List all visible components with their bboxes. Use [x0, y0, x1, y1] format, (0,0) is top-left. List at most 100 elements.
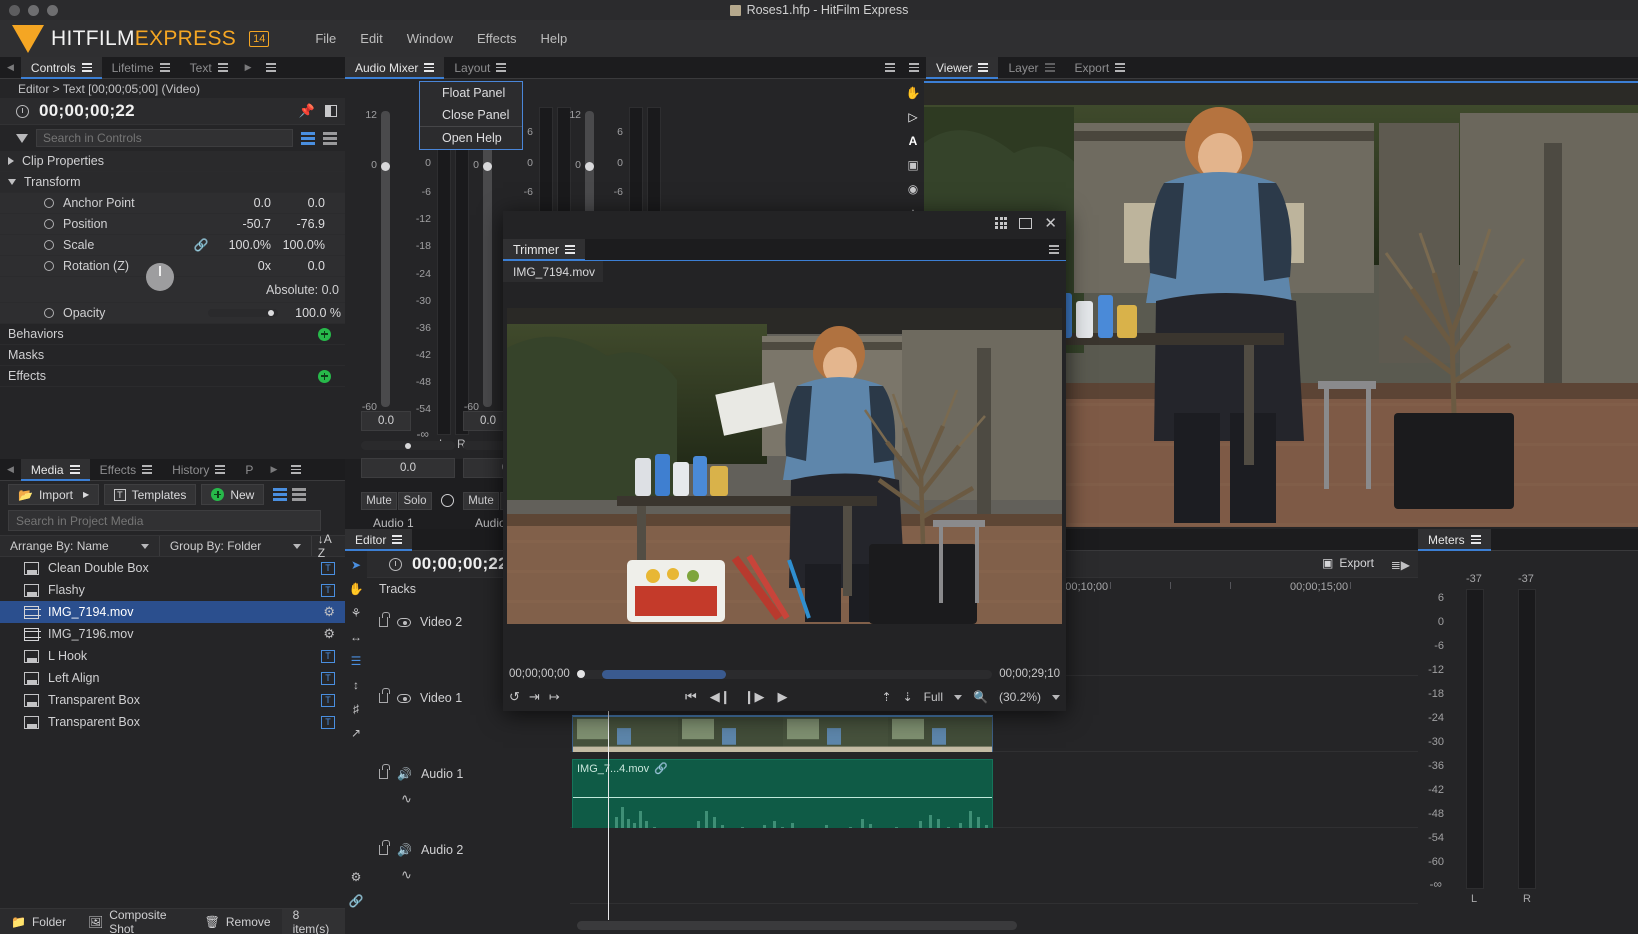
panel-menu-icon[interactable]	[496, 63, 507, 72]
tab-history[interactable]: History	[162, 459, 235, 480]
chevron-down-icon[interactable]	[1052, 694, 1060, 700]
keyframe-toggle-icon[interactable]	[44, 240, 54, 250]
property-opacity[interactable]: Opacity 100.0 %	[0, 303, 345, 324]
tab-trimmer[interactable]: Trimmer	[503, 239, 586, 261]
tab-more[interactable]: P	[235, 459, 263, 480]
menu-window[interactable]: Window	[407, 31, 453, 46]
add-effect-icon[interactable]	[318, 369, 331, 383]
eye-icon[interactable]	[397, 693, 411, 703]
eye-icon[interactable]	[397, 617, 411, 627]
property-value-y[interactable]: 0.0	[271, 196, 325, 210]
trimmer-canvas[interactable]	[507, 308, 1062, 624]
crop-tool-icon[interactable]: ▣	[906, 157, 921, 172]
orbit-tool-icon[interactable]: ◉	[906, 181, 921, 196]
timeline-options-icon[interactable]: ≣▶	[1391, 558, 1410, 572]
menu-item-float-panel[interactable]: Float Panel	[420, 82, 522, 104]
tab-lifetime[interactable]: Lifetime	[102, 57, 180, 78]
audio-clip-1[interactable]: IMG_7...4.mov 🔗	[572, 759, 993, 834]
ripple-tool-icon[interactable]: ↕	[349, 677, 364, 692]
list-view-icon[interactable]	[273, 488, 288, 501]
opacity-slider[interactable]	[208, 309, 278, 317]
trimmer-quality-label[interactable]: Full	[924, 690, 943, 704]
hand-tool-icon[interactable]: ✋	[349, 581, 364, 596]
panel-menu-icon[interactable]	[142, 465, 153, 474]
overwrite-icon[interactable]: ↦	[549, 689, 560, 705]
search-media-input[interactable]	[8, 510, 321, 531]
text-tool-icon[interactable]: A	[906, 133, 921, 148]
mute-button-1[interactable]: Mute	[361, 492, 397, 510]
property-value-y[interactable]: -76.9	[271, 217, 326, 231]
property-value-degrees[interactable]: 0.0	[271, 259, 325, 273]
mixer-panel-menu-icon[interactable]	[878, 57, 902, 78]
property-value-y[interactable]: 100.0%	[271, 238, 325, 252]
trimmer-titlebar[interactable]: ✕	[503, 211, 1066, 239]
tab-layout[interactable]: Layout	[444, 57, 516, 78]
volume-fader-track[interactable]	[381, 111, 390, 407]
list-item[interactable]: IMG_7194.mov ⚙	[0, 601, 345, 623]
track-header-audio-1[interactable]: 🔊 Audio 1	[367, 764, 570, 781]
set-in-point-icon[interactable]: ⇡	[882, 690, 892, 704]
tab-controls[interactable]: Controls	[20, 57, 102, 79]
track-header-audio-2[interactable]: 🔊 Audio 2	[367, 840, 570, 857]
property-value-x[interactable]: -50.7	[221, 217, 272, 231]
pin-icon[interactable]: 📌	[299, 103, 315, 119]
search-controls-input[interactable]	[36, 129, 293, 147]
controls-timecode[interactable]: 00;00;00;22	[39, 101, 135, 121]
speaker-icon[interactable]: 🔊	[397, 843, 412, 857]
menu-file[interactable]: File	[315, 31, 336, 46]
split-view-icon[interactable]	[325, 105, 337, 117]
panel-menu-icon[interactable]	[424, 63, 435, 72]
controls-panel-menu-icon[interactable]	[259, 57, 283, 78]
thumbnail-view-icon[interactable]	[292, 488, 307, 501]
trimmer-scrubber[interactable]	[576, 669, 993, 679]
volume-fader-knob[interactable]	[585, 162, 594, 171]
section-masks[interactable]: Masks	[0, 345, 345, 366]
track-row-audio-2[interactable]	[570, 828, 1418, 904]
tab-editor[interactable]: Editor	[345, 529, 413, 551]
trimmer-start-timecode[interactable]: 00;00;00;00	[509, 668, 570, 680]
pan-value-1[interactable]: 0.0	[361, 458, 455, 478]
rate-stretch-tool-icon[interactable]: ↗	[349, 725, 364, 740]
tab-scroll-right-icon[interactable]: ▶	[238, 57, 259, 78]
tab-media[interactable]: Media	[20, 459, 90, 481]
go-to-start-icon[interactable]: ⏮	[685, 689, 697, 705]
close-icon[interactable]: ✕	[1044, 216, 1057, 231]
tab-scroll-left-icon[interactable]: ◀	[0, 57, 21, 78]
group-transform[interactable]: Transform	[0, 172, 345, 193]
audio-waveform-toggle-icon[interactable]: ∿	[401, 791, 412, 807]
panel-menu-icon[interactable]	[159, 63, 170, 72]
speaker-icon[interactable]: 🔊	[397, 767, 412, 781]
slip-tool-icon[interactable]: ↔	[349, 629, 364, 644]
panel-menu-icon[interactable]	[978, 63, 989, 72]
timeline-horizontal-scrollbar[interactable]	[577, 921, 1017, 930]
list-item[interactable]: L Hook T	[0, 645, 345, 667]
trimmer-zoom-label[interactable]: (30.2%)	[999, 690, 1041, 704]
panel-menu-icon[interactable]	[81, 63, 92, 72]
grid-icon[interactable]	[995, 217, 1008, 230]
pan-slider-1[interactable]	[361, 441, 455, 450]
timeline-settings-icon[interactable]: ⚙	[349, 869, 364, 884]
tab-text[interactable]: Text	[180, 57, 238, 78]
list-item[interactable]: Transparent Box T	[0, 689, 345, 711]
list-item[interactable]: Transparent Box T	[0, 711, 345, 733]
select-tool-icon[interactable]: ▷	[906, 109, 921, 124]
tab-audio-mixer[interactable]: Audio Mixer	[345, 57, 445, 79]
panel-context-menu[interactable]: Float Panel Close Panel Open Help	[419, 81, 523, 150]
tab-viewer[interactable]: Viewer	[926, 57, 999, 79]
menu-item-close-panel[interactable]: Close Panel	[420, 104, 522, 126]
tab-scroll-right-icon[interactable]: ▶	[263, 459, 284, 480]
panel-menu-icon[interactable]	[69, 465, 80, 474]
rotation-dial[interactable]	[146, 263, 174, 291]
property-value-opacity[interactable]: 100.0 %	[278, 306, 341, 320]
step-back-icon[interactable]: ◀❙	[710, 689, 731, 705]
tab-meters[interactable]: Meters	[1418, 529, 1491, 551]
mute-button-2[interactable]: Mute	[463, 492, 499, 510]
templates-button[interactable]: T Templates	[104, 484, 197, 505]
add-behavior-icon[interactable]	[318, 327, 331, 341]
set-out-point-icon[interactable]: ⇣	[903, 690, 913, 704]
menu-edit[interactable]: Edit	[360, 31, 382, 46]
property-value-x[interactable]: 100.0%	[221, 238, 271, 252]
list-view-icon[interactable]	[301, 131, 315, 145]
gear-icon[interactable]: ⚙	[323, 604, 335, 620]
trimmer-playhead-handle[interactable]	[576, 669, 585, 678]
